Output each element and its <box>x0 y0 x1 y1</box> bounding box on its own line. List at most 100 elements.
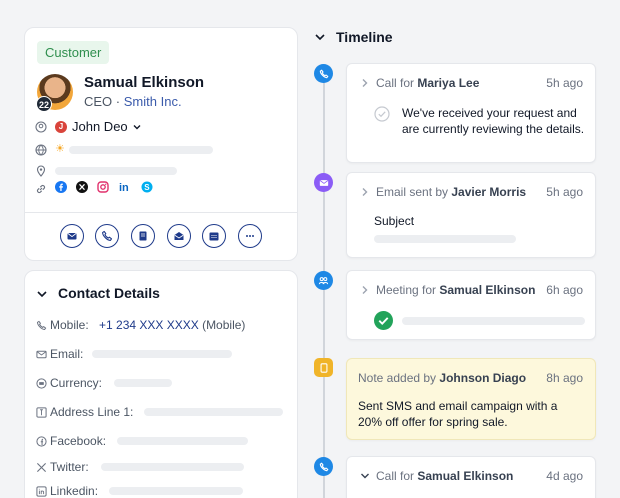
call-icon <box>102 230 113 241</box>
timeline-person: Samual Elkinson <box>439 283 536 297</box>
currency-value-placeholder <box>114 379 172 387</box>
card-divider <box>25 212 297 213</box>
call-action-button[interactable] <box>95 224 119 248</box>
meeting-icon <box>318 277 329 285</box>
email-preview-placeholder <box>374 235 516 243</box>
company-link[interactable]: Smith Inc. <box>124 94 182 109</box>
timeline-time: 5h ago <box>546 185 583 199</box>
x-icon[interactable] <box>76 181 88 193</box>
phone-icon <box>36 320 47 331</box>
timeline-item-title: Note added by Johnson Diago <box>358 371 526 385</box>
timeline-action: Call for <box>376 469 418 483</box>
owner-name: John Deo <box>72 119 128 134</box>
check-circle-icon[interactable] <box>374 106 390 122</box>
calendar-icon <box>209 232 219 241</box>
mobile-type: (Mobile) <box>198 318 246 332</box>
address-line-1-label: Address Line 1: <box>50 405 134 419</box>
owner-avatar: J <box>55 120 67 133</box>
note-icon <box>320 362 327 373</box>
twitter-value-placeholder <box>101 463 244 471</box>
mobile-number: +1 234 XXX XXXX <box>99 318 199 332</box>
timeline-meeting-marker <box>314 271 333 290</box>
mobile-label: Mobile: <box>50 318 89 332</box>
contact-role: CEO · Smith Inc. <box>84 94 182 109</box>
email-label: Email: <box>50 347 84 361</box>
timeline-action: Note added by <box>358 371 440 385</box>
timeline-item[interactable]: Call for Samual Elkinson 4d ago <box>346 456 596 498</box>
linkedin-icon <box>36 486 47 497</box>
customer-badge: Customer <box>37 41 110 64</box>
email-subject: Subject <box>374 214 415 228</box>
timeline-title: Timeline <box>336 29 393 45</box>
note-body: Sent SMS and email campaign with a 20% o… <box>358 399 558 429</box>
globe-icon <box>35 144 47 156</box>
timeline-item-title: Call for Mariya Lee <box>376 76 479 90</box>
currency-icon <box>36 378 47 389</box>
timezone-placeholder <box>69 146 213 154</box>
timeline-item-title: Email sent by Javier Morris <box>376 185 526 199</box>
instagram-icon[interactable] <box>97 181 109 193</box>
mail-icon <box>174 232 184 240</box>
avatar-count-badge: 22 <box>36 96 52 112</box>
contact-name: Samual Elkinson <box>84 74 205 91</box>
timeline-item[interactable]: Note added by Johnson Diago 8h ago Sent … <box>346 358 596 440</box>
mobile-value[interactable]: +1 234 XXX XXXX (Mobile) <box>99 318 245 332</box>
meeting-detail-placeholder <box>402 317 585 325</box>
timeline-action: Call for <box>376 76 418 90</box>
twitter-label: Twitter: <box>50 460 89 474</box>
skype-icon[interactable]: S <box>141 181 153 193</box>
timeline-item[interactable]: Call for Mariya Lee 5h ago We've receive… <box>346 63 596 163</box>
user-icon <box>35 121 47 133</box>
timeline-item[interactable]: Meeting for Samual Elkinson 6h ago <box>346 270 596 340</box>
check-circle-icon[interactable] <box>374 311 393 330</box>
timeline-person: Mariya Lee <box>417 76 480 90</box>
chevron-down-icon[interactable] <box>360 471 370 481</box>
currency-label: Currency: <box>50 376 103 390</box>
more-icon <box>246 235 254 237</box>
note-action-button[interactable] <box>131 224 155 248</box>
linkedin-icon[interactable]: in <box>119 181 131 193</box>
timeline-time: 8h ago <box>546 371 583 385</box>
owner-selector[interactable]: J John Deo <box>55 119 141 134</box>
chevron-right-icon[interactable] <box>360 187 370 197</box>
timeline-item-title: Meeting for Samual Elkinson <box>376 283 535 297</box>
chevron-down-icon[interactable] <box>314 31 326 43</box>
timeline-action: Email sent by <box>376 185 452 199</box>
sun-icon: ☀ <box>55 143 65 155</box>
chevron-down-icon[interactable] <box>36 288 48 300</box>
phone-icon <box>319 69 328 78</box>
chevron-right-icon[interactable] <box>360 285 370 295</box>
email-value-placeholder <box>92 350 232 358</box>
more-actions-button[interactable] <box>238 224 262 248</box>
email-icon <box>67 233 77 240</box>
timeline-time: 5h ago <box>546 76 583 90</box>
profile-card: Customer 22 Samual Elkinson CEO · Smith … <box>24 27 298 261</box>
timeline-item-title: Call for Samual Elkinson <box>376 469 513 483</box>
timeline-person: Javier Morris <box>451 185 527 199</box>
address-icon <box>36 407 47 418</box>
facebook-label: Facebook: <box>50 434 107 448</box>
chevron-right-icon[interactable] <box>360 78 370 88</box>
chevron-down-icon <box>133 124 141 129</box>
calendar-action-button[interactable] <box>202 224 226 248</box>
address-placeholder <box>55 167 177 175</box>
timeline-time: 4d ago <box>546 469 583 483</box>
address-value-placeholder <box>144 408 283 416</box>
link-icon <box>36 184 46 194</box>
job-title: CEO <box>84 94 113 109</box>
email-action-button[interactable] <box>60 224 84 248</box>
timeline-call-marker <box>314 64 333 83</box>
timeline-email-marker <box>314 173 333 192</box>
phone-icon <box>319 462 328 471</box>
location-icon <box>36 165 46 177</box>
contact-details-card: Contact Details Mobile: +1 234 XXX XXXX … <box>24 270 298 498</box>
timeline-item[interactable]: Email sent by Javier Morris 5h ago Subje… <box>346 172 596 258</box>
linkedin-value-placeholder <box>109 487 243 495</box>
timeline-note-marker <box>314 358 333 377</box>
facebook-icon[interactable] <box>55 181 67 193</box>
timeline-time: 6h ago <box>546 283 583 297</box>
mail-action-button[interactable] <box>167 224 191 248</box>
email-icon <box>319 179 328 186</box>
facebook-icon <box>36 436 47 447</box>
note-icon <box>139 231 147 241</box>
